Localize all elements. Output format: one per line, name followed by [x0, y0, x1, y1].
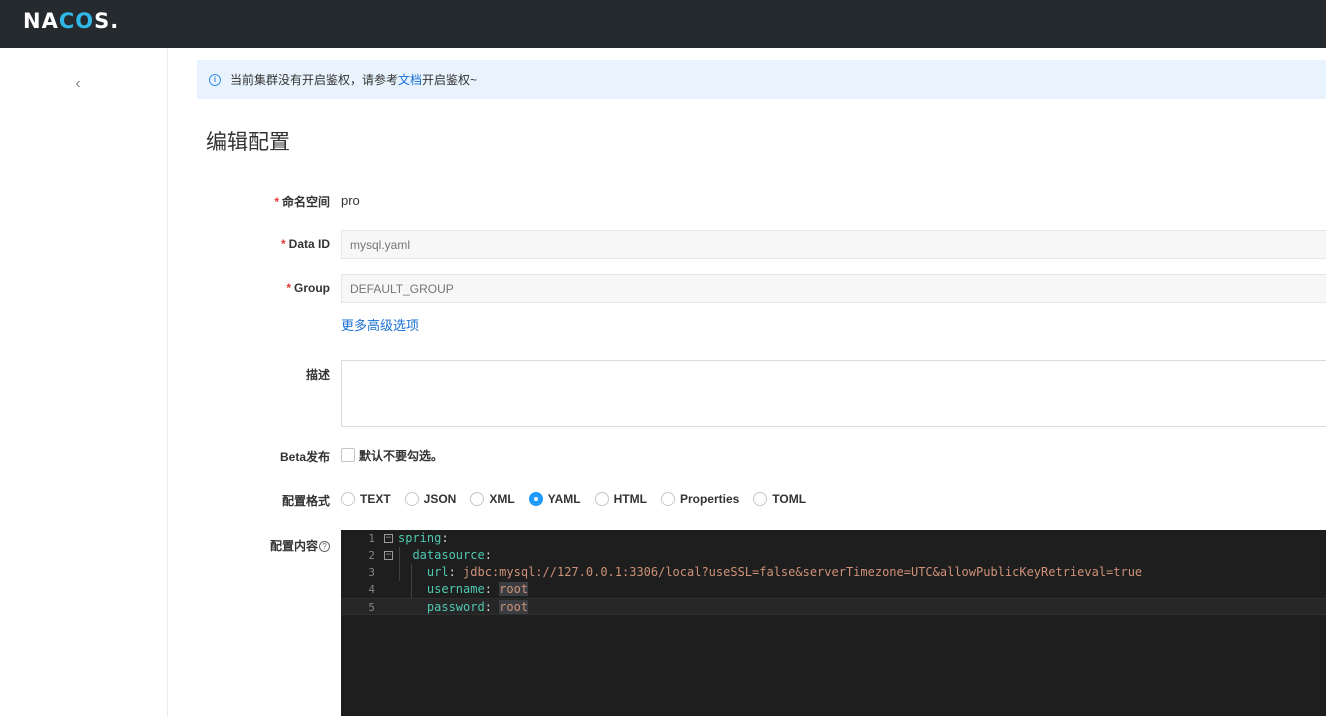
page-title: 编辑配置 — [206, 131, 290, 154]
group-label-text: Group — [294, 281, 330, 295]
code-text: url: jdbc:mysql://127.0.0.1:3306/local?u… — [398, 564, 1142, 581]
editor-line: 1 − spring: — [341, 530, 1326, 547]
format-option-yaml[interactable]: YAML — [528, 492, 581, 506]
yaml-key: url — [426, 565, 449, 579]
fold-toggle-icon[interactable]: − — [384, 534, 393, 543]
radio-button[interactable] — [753, 492, 768, 506]
info-icon: i — [209, 74, 221, 86]
format-option-json[interactable]: JSON — [404, 492, 457, 506]
nacos-logo[interactable]: NACOS. — [23, 9, 119, 33]
namespace-label: * 命名空间 — [190, 193, 330, 210]
content-label: 配置内容? — [190, 537, 330, 554]
radio-button[interactable] — [660, 492, 675, 506]
line-number: 5 — [368, 601, 375, 614]
description-label-text: 描述 — [305, 368, 330, 382]
logo-text-left: NA — [23, 9, 59, 33]
format-option-label: TOML — [772, 492, 807, 506]
line-number: 3 — [368, 566, 375, 579]
format-option-label: Properties — [679, 492, 740, 506]
format-option-label: XML — [489, 492, 515, 506]
notice-text: 当前集群没有开启鉴权，请参考文档开启鉴权~ — [230, 71, 477, 88]
format-option-html[interactable]: HTML — [594, 492, 647, 506]
code-text: username: root — [398, 581, 529, 598]
yaml-sep: : — [484, 582, 500, 596]
yaml-sep: : — [484, 600, 500, 614]
line-number: 4 — [368, 583, 375, 596]
line-number: 1 — [368, 532, 375, 545]
notice-prefix: 当前集群没有开启鉴权，请参考 — [230, 73, 399, 87]
description-label: 描述 — [190, 366, 330, 383]
required-mark: * — [280, 237, 286, 251]
data-id-input[interactable] — [341, 230, 1326, 259]
yaml-indent — [398, 548, 412, 562]
yaml-key: password — [426, 600, 485, 614]
top-navbar: NACOS. — [0, 0, 1326, 48]
radio-button-checked[interactable] — [528, 492, 543, 506]
data-id-label: * Data ID — [190, 237, 330, 251]
radio-button[interactable] — [470, 492, 485, 506]
collapse-sidebar-icon[interactable]: ‹ — [70, 74, 86, 94]
yaml-sep: : — [448, 565, 464, 579]
format-option-text[interactable]: TEXT — [341, 492, 391, 506]
yaml-sep: : — [484, 548, 492, 562]
editor-line: 2 − datasource: — [341, 547, 1326, 564]
editor-line-current: 5 password: root — [341, 598, 1326, 615]
advanced-options-link[interactable]: 更多高级选项 — [341, 315, 419, 334]
docs-link[interactable]: 文档 — [398, 73, 422, 87]
group-label: * Group — [190, 281, 330, 295]
auth-notice-banner: i 当前集群没有开启鉴权，请参考文档开启鉴权~ — [197, 60, 1326, 99]
sidebar: ‹ — [0, 48, 168, 716]
data-id-label-text: Data ID — [288, 237, 330, 251]
editor-line: 3 url: jdbc:mysql://127.0.0.1:3306/local… — [341, 564, 1326, 581]
editor-line: 4 username: root — [341, 581, 1326, 598]
yaml-value: jdbc:mysql://127.0.0.1:3306/local?useSSL… — [463, 565, 1143, 579]
yaml-indent — [398, 565, 427, 579]
beta-label-text: Beta发布 — [279, 450, 330, 464]
format-option-toml[interactable]: TOML — [753, 492, 806, 506]
format-option-properties[interactable]: Properties — [660, 492, 740, 506]
format-option-label: JSON — [423, 492, 457, 506]
radio-button[interactable] — [594, 492, 609, 506]
format-option-label: YAML — [547, 492, 581, 506]
help-icon[interactable]: ? — [319, 541, 330, 553]
yaml-indent — [398, 600, 427, 614]
radio-button[interactable] — [404, 492, 419, 506]
beta-checkbox[interactable] — [341, 448, 355, 462]
fold-toggle-icon[interactable]: − — [384, 551, 393, 560]
yaml-sep: : — [441, 531, 449, 545]
format-label-text: 配置格式 — [281, 494, 330, 508]
format-radio-group: TEXT JSON XML YAML HTML Properties TOML — [341, 491, 820, 507]
format-option-label: TEXT — [360, 492, 391, 506]
required-mark: * — [274, 195, 279, 209]
required-mark: * — [286, 281, 291, 295]
description-textarea[interactable] — [341, 360, 1326, 427]
format-option-xml[interactable]: XML — [470, 492, 515, 506]
yaml-key: datasource — [412, 548, 485, 562]
yaml-value: root — [499, 582, 529, 596]
radio-button[interactable] — [341, 492, 355, 506]
content-label-text: 配置内容 — [269, 539, 318, 553]
yaml-value: root — [499, 600, 529, 614]
yaml-key: username — [426, 582, 485, 596]
beta-checkbox-label: 默认不要勾选。 — [359, 449, 444, 463]
logo-text-right: S. — [94, 9, 120, 33]
namespace-label-text: 命名空间 — [281, 195, 330, 209]
yaml-indent — [398, 582, 427, 596]
code-editor[interactable]: 1 − spring: 2 − datasource: 3 url: jdbc:… — [341, 530, 1326, 716]
beta-label: Beta发布 — [190, 448, 330, 465]
format-option-label: HTML — [613, 492, 647, 506]
code-text: password: root — [398, 599, 529, 616]
namespace-value: pro — [341, 193, 360, 208]
format-label: 配置格式 — [190, 492, 330, 509]
group-input[interactable] — [341, 274, 1326, 303]
yaml-key: spring — [398, 531, 442, 545]
logo-text-accent: CO — [58, 9, 95, 33]
code-text: spring: — [398, 530, 449, 547]
line-number: 2 — [368, 549, 375, 562]
notice-suffix: 开启鉴权~ — [422, 73, 478, 87]
code-text: datasource: — [398, 547, 492, 564]
